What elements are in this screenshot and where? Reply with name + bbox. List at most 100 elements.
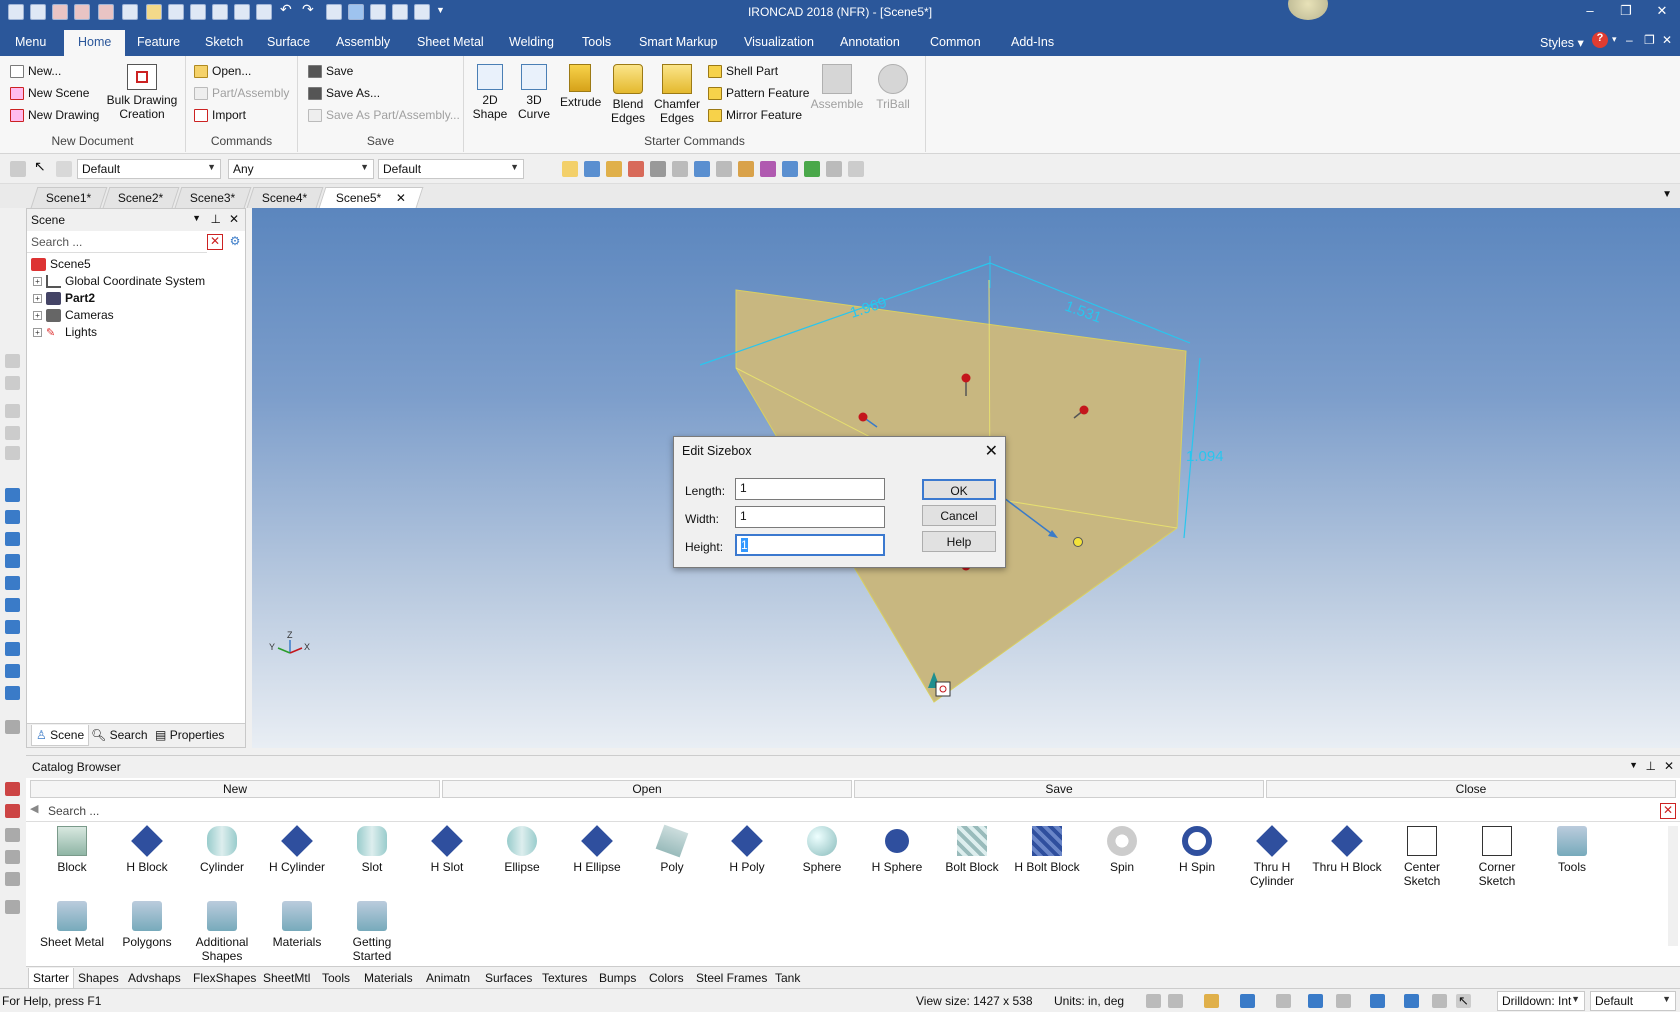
tab-home[interactable]: Home	[64, 30, 126, 56]
2d-shape-button[interactable]: 2D Shape	[472, 64, 508, 121]
close-button[interactable]: ✕	[1648, 3, 1676, 19]
catalog-item-thru-h-cylinder[interactable]: Thru H Cylinder	[1236, 825, 1308, 888]
import-button[interactable]: Import	[194, 108, 246, 122]
triball-button[interactable]: TriBall	[868, 64, 918, 111]
sizebox-handle-left[interactable]	[858, 412, 868, 422]
shape-tool-icon[interactable]	[5, 510, 20, 524]
drawing-tool-icon[interactable]	[5, 804, 20, 818]
tab-scene1[interactable]: Scene1*	[30, 187, 108, 208]
tree-item-cameras[interactable]: + Cameras	[33, 308, 114, 322]
catalog-item-h-block[interactable]: H Block	[111, 825, 183, 874]
dialog-close-button[interactable]: ✕	[985, 441, 998, 461]
zoom-area-icon[interactable]	[1168, 994, 1183, 1008]
pointer-icon[interactable]	[10, 161, 26, 177]
grid-icon[interactable]	[694, 161, 710, 177]
tab-sheet-metal[interactable]: Sheet Metal	[417, 35, 484, 49]
shape-tool-icon[interactable]	[5, 686, 20, 700]
catalog-item-tools[interactable]: Tools	[1536, 826, 1608, 874]
print-icon[interactable]	[826, 161, 842, 177]
catalog-close-button[interactable]: Close	[1266, 780, 1676, 798]
width-input[interactable]: 1	[735, 506, 885, 528]
catalog-item-h-bolt-block[interactable]: H Bolt Block	[1011, 826, 1083, 874]
catalog-tab-shapes[interactable]: Shapes	[78, 971, 119, 985]
close-tab-icon[interactable]: ✕	[395, 191, 405, 205]
tab-smart-markup[interactable]: Smart Markup	[639, 35, 718, 49]
pin-icon[interactable]: ⊥	[211, 212, 221, 226]
shape-tool-icon[interactable]	[5, 598, 20, 612]
tool-icon[interactable]	[5, 404, 20, 418]
tool-icon[interactable]	[5, 446, 20, 460]
sizebox-handle-right[interactable]	[1079, 405, 1089, 415]
drilldown-combo[interactable]: Drilldown: Int ▼	[1497, 991, 1585, 1011]
shape-tool-icon[interactable]	[5, 532, 20, 546]
new-scene-button[interactable]: New Scene	[10, 86, 89, 100]
tab-feature[interactable]: Feature	[137, 35, 180, 49]
catalog-item-sphere[interactable]: Sphere	[786, 826, 858, 874]
sizebox-handle-top[interactable]	[961, 373, 971, 383]
tree-item-lights[interactable]: + ✎ Lights	[33, 325, 97, 339]
export-icon[interactable]	[650, 161, 666, 177]
catalog-item-slot[interactable]: Slot	[336, 826, 408, 874]
tab-surface[interactable]: Surface	[267, 35, 310, 49]
tab-tools[interactable]: Tools	[582, 35, 611, 49]
help-button[interactable]: Help	[922, 531, 996, 552]
catalog-tab-flexshapes[interactable]: FlexShapes	[193, 971, 256, 985]
expand-icon[interactable]: +	[33, 293, 42, 303]
catalog-item-sheet-metal[interactable]: Sheet Metal	[36, 901, 108, 949]
tool-icon[interactable]	[5, 354, 20, 368]
height-input[interactable]: 1	[735, 534, 885, 556]
catalog-tab-textures[interactable]: Textures	[542, 971, 587, 985]
pointer-icon[interactable]: ↖	[1456, 994, 1471, 1008]
shape-tool-icon[interactable]	[5, 554, 20, 568]
folder-icon[interactable]	[606, 161, 622, 177]
tool-icon[interactable]	[5, 426, 20, 440]
drawing-tool-icon[interactable]	[5, 782, 20, 796]
bulk-drawing-button[interactable]: Bulk Drawing Creation	[104, 64, 180, 121]
doc-restore-icon[interactable]: ❐	[1644, 33, 1655, 47]
tab-assembly[interactable]: Assembly	[336, 35, 390, 49]
zoom-icon[interactable]	[1146, 994, 1161, 1008]
minimize-button[interactable]: –	[1576, 3, 1604, 18]
shape-tool-icon[interactable]	[5, 642, 20, 656]
tab-scene4[interactable]: Scene4*	[246, 187, 324, 208]
catalog-item-h-poly[interactable]: H Poly	[711, 825, 783, 874]
measure-icon[interactable]	[5, 720, 20, 734]
expand-icon[interactable]: +	[33, 310, 42, 320]
catalog-item-cylinder[interactable]: Cylinder	[186, 826, 258, 874]
styles-menu[interactable]: Styles ▾	[1540, 35, 1584, 50]
3d-curve-button[interactable]: 3D Curve	[516, 64, 552, 121]
shading-icon[interactable]	[1336, 994, 1351, 1008]
render-mode-icon[interactable]	[1308, 994, 1323, 1008]
style-combo[interactable]: Default ▼	[77, 159, 221, 179]
catalog-search-input[interactable]: Search ...	[26, 800, 1680, 822]
shape-tool-icon[interactable]	[5, 620, 20, 634]
tree-item-scene5[interactable]: Scene5	[31, 257, 91, 271]
anchor-icon[interactable]	[935, 681, 951, 697]
tab-scene2[interactable]: Scene2*	[102, 187, 180, 208]
tab-scene3[interactable]: Scene3*	[174, 187, 252, 208]
tab-welding[interactable]: Welding	[509, 35, 554, 49]
catalog-item-materials[interactable]: Materials	[261, 901, 333, 949]
catalog-tab-surfaces[interactable]: Surfaces	[485, 971, 532, 985]
tab-properties[interactable]: ▤ Properties	[155, 728, 224, 742]
catalog-item-h-cylinder[interactable]: H Cylinder	[261, 825, 333, 874]
catalog-item-additional-shapes[interactable]: Additional Shapes	[186, 901, 258, 963]
panel-dropdown-icon[interactable]: ▼	[1629, 760, 1638, 770]
tab-sketch[interactable]: Sketch	[205, 35, 243, 49]
import-file-icon[interactable]	[628, 161, 644, 177]
cancel-button[interactable]: Cancel	[922, 505, 996, 526]
catalog-item-corner-sketch[interactable]: Corner Sketch	[1461, 826, 1533, 888]
catalog-open-button[interactable]: Open	[442, 780, 852, 798]
shape-tool-icon[interactable]	[5, 664, 20, 678]
catalog-item-ellipse[interactable]: Ellipse	[486, 826, 558, 874]
dimension-width-label[interactable]: 1.531	[1063, 298, 1104, 327]
tab-add-ins[interactable]: Add-Ins	[1011, 35, 1054, 49]
catalog-tab-colors[interactable]: Colors	[649, 971, 684, 985]
render-settings-icon[interactable]	[672, 161, 688, 177]
tab-search[interactable]: 🔍︎ Search	[91, 728, 148, 742]
mirror-feature-button[interactable]: Mirror Feature	[708, 108, 802, 122]
palette-icon[interactable]	[760, 161, 776, 177]
help-dropdown-icon[interactable]: ▾	[1612, 34, 1617, 45]
catalog-tab-bumps[interactable]: Bumps	[599, 971, 636, 985]
rotate-icon[interactable]	[5, 872, 20, 886]
